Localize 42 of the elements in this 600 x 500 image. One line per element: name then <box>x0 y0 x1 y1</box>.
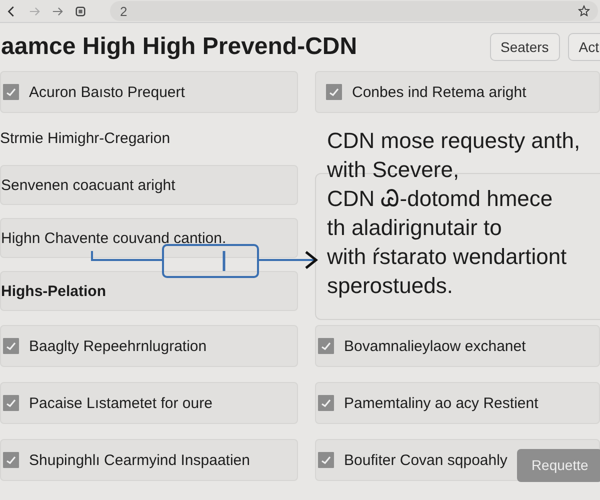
note-line: sperostueds. <box>327 272 453 300</box>
option-row[interactable]: Conbes ind Retema aright <box>315 71 600 113</box>
forward-icon[interactable] <box>29 6 40 16</box>
list-item[interactable]: Senvenen coacuant aright <box>0 165 298 205</box>
option-row[interactable]: Acuron Baısto Prequert <box>0 71 298 113</box>
checkbox-checked-icon[interactable] <box>3 84 19 100</box>
option-label: Conbes ind Retema aright <box>352 84 526 100</box>
option-row[interactable]: Boufiter Covan sqpoahly Requette <box>315 439 600 481</box>
option-row[interactable]: Pamemtaliny ao acy Restient <box>315 382 600 424</box>
checkbox-checked-icon[interactable] <box>326 84 342 100</box>
address-bar[interactable]: 2 <box>110 1 598 21</box>
checkbox-checked-icon[interactable] <box>3 452 19 468</box>
note-line: CDN mose requesty anth, <box>327 127 580 155</box>
option-label: Pacaise Lıstametet for oure <box>29 394 212 412</box>
star-icon[interactable] <box>578 5 590 17</box>
option-row[interactable]: Pacaise Lıstametet for oure <box>0 382 298 424</box>
forward-icon[interactable] <box>52 6 63 16</box>
page-title: aamce High High Prevend-CDN <box>0 33 358 61</box>
shield-icon[interactable] <box>75 6 86 16</box>
note-line: with ŕstarato wendartiont <box>327 243 567 271</box>
option-label: Acuron Baısto Prequert <box>29 84 185 100</box>
note-line: th aladirignutair to <box>327 214 502 242</box>
section-label: Strmie Himighr-Cregarion <box>0 129 172 149</box>
list-item[interactable]: Highn Chavente couvand cantion. <box>0 218 298 258</box>
checkbox-checked-icon[interactable] <box>318 338 334 354</box>
checkbox-checked-icon[interactable] <box>3 395 19 411</box>
option-label: Pamemtaliny ao acy Restient <box>344 394 538 412</box>
option-row[interactable]: Bovamnalieylaow exchanet <box>315 325 600 367</box>
option-label: Shupinghlı Cearmyind Inspaatien <box>29 452 250 468</box>
option-label: Bovamnalieylaow exchanet <box>344 338 526 354</box>
note-line: CDN Ꮚ-dotomd hmece <box>327 185 553 213</box>
checkbox-checked-icon[interactable] <box>318 452 334 468</box>
action-button[interactable]: Seaters <box>490 33 560 61</box>
option-row[interactable]: Baaglty Repeehrnlugration <box>0 325 298 367</box>
checkbox-checked-icon[interactable] <box>318 395 334 411</box>
option-label: Baaglty Repeehrnlugration <box>29 338 207 354</box>
note-line: with Scevere, <box>327 156 460 184</box>
list-item[interactable]: Highs-Pelation <box>0 271 298 311</box>
checkbox-checked-icon[interactable] <box>3 338 19 354</box>
action-button[interactable]: Act <box>568 33 600 61</box>
option-label: Boufiter Covan sqpoahly <box>344 452 508 468</box>
option-row[interactable]: Shupinghlı Cearmyind Inspaatien <box>0 439 298 481</box>
